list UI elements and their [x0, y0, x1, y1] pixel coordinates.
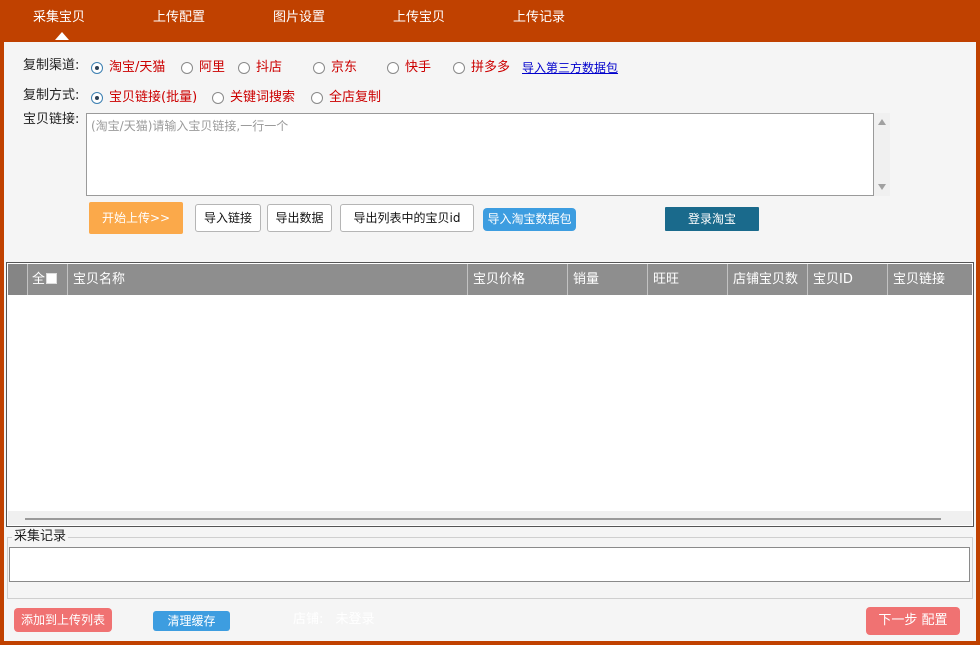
- radio-icon: [212, 92, 224, 104]
- radio-label: 阿里: [199, 60, 226, 75]
- col-header-shop-count[interactable]: 店铺宝贝数: [727, 264, 807, 295]
- radio-icon: [91, 92, 103, 104]
- add-to-upload-list-button[interactable]: 添加到上传列表: [14, 608, 112, 632]
- log-label: 采集记录: [12, 529, 69, 545]
- radio-icon: [238, 62, 250, 74]
- top-nav: 采集宝贝 上传配置 图片设置 上传宝贝 上传记录: [0, 0, 980, 42]
- radio-label: 关键词搜索: [230, 90, 296, 105]
- select-all-cell[interactable]: 全: [27, 264, 67, 295]
- col-header-wangwang[interactable]: 旺旺: [647, 264, 727, 295]
- import-third-party-link[interactable]: 导入第三方数据包: [522, 60, 618, 76]
- tab-upload-log[interactable]: 上传记录: [513, 9, 565, 27]
- table-body[interactable]: [8, 295, 972, 511]
- radio-icon: [453, 62, 465, 74]
- col-header-price[interactable]: 宝贝价格: [467, 264, 567, 295]
- export-data-button[interactable]: 导出数据: [267, 204, 332, 232]
- links-textarea[interactable]: [86, 113, 874, 196]
- radio-icon: [91, 62, 103, 74]
- radio-label: 京东: [331, 60, 358, 75]
- radio-icon: [313, 62, 325, 74]
- channel-label: 复制渠道:: [23, 58, 80, 73]
- checkbox-icon[interactable]: [46, 273, 58, 284]
- scroll-up-icon[interactable]: [878, 119, 886, 125]
- export-ids-button[interactable]: 导出列表中的宝贝id: [340, 204, 474, 232]
- clear-cache-button[interactable]: 清理缓存: [153, 611, 230, 631]
- start-upload-button[interactable]: 开始上传>>: [89, 202, 183, 234]
- items-table: 全 宝贝名称 宝贝价格 销量 旺旺 店铺宝贝数 宝贝ID 宝贝链接: [6, 262, 974, 527]
- shop-label: 店铺:: [293, 612, 324, 627]
- select-all-label: 全: [32, 272, 46, 287]
- app-window: 采集宝贝 上传配置 图片设置 上传宝贝 上传记录 复制渠道: 淘宝/天猫 阿里 …: [0, 0, 980, 645]
- col-header-sales[interactable]: 销量: [567, 264, 647, 295]
- tab-upload-config[interactable]: 上传配置: [153, 9, 205, 27]
- links-scrollbar[interactable]: [874, 113, 890, 196]
- tab-collect[interactable]: 采集宝贝: [33, 9, 85, 27]
- radio-label: 抖店: [256, 60, 283, 75]
- tab-image-settings[interactable]: 图片设置: [273, 9, 325, 27]
- active-tab-indicator-icon: [55, 32, 69, 40]
- mode-label: 复制方式:: [23, 88, 80, 103]
- shop-status: 店铺: 未登录: [293, 612, 375, 628]
- scroll-thumb[interactable]: [25, 518, 941, 520]
- radio-icon: [387, 62, 399, 74]
- import-links-button[interactable]: 导入链接: [195, 204, 261, 232]
- login-taobao-button[interactable]: 登录淘宝: [665, 207, 759, 231]
- radio-label: 拼多多: [471, 60, 511, 75]
- radio-icon: [311, 92, 323, 104]
- log-field[interactable]: [9, 547, 970, 582]
- table-horizontal-scrollbar[interactable]: [8, 511, 972, 525]
- radio-icon: [181, 62, 193, 74]
- tab-upload-items[interactable]: 上传宝贝: [393, 9, 445, 27]
- row-header-cell: [8, 264, 27, 295]
- col-header-item-link[interactable]: 宝贝链接: [887, 264, 972, 295]
- col-header-name[interactable]: 宝贝名称: [67, 264, 467, 295]
- scroll-down-icon[interactable]: [878, 184, 886, 190]
- links-label: 宝贝链接:: [23, 112, 80, 127]
- col-header-item-id[interactable]: 宝贝ID: [807, 264, 887, 295]
- radio-label: 宝贝链接(批量): [109, 90, 198, 105]
- shop-login-status: 未登录: [335, 612, 375, 627]
- radio-label: 全店复制: [329, 90, 382, 105]
- radio-label: 快手: [405, 60, 432, 75]
- next-step-button[interactable]: 下一步 配置: [866, 607, 960, 635]
- table-header: 全 宝贝名称 宝贝价格 销量 旺旺 店铺宝贝数 宝贝ID 宝贝链接: [8, 264, 972, 295]
- radio-label: 淘宝/天猫: [109, 60, 166, 75]
- import-taobao-pack-button[interactable]: 导入淘宝数据包: [483, 208, 576, 231]
